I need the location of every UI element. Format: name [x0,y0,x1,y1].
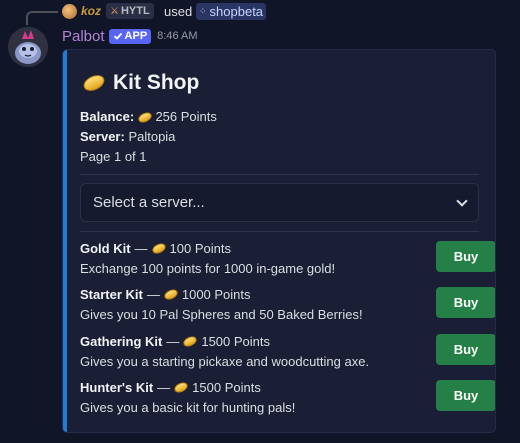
server-select-placeholder: Select a server... [93,194,205,211]
balance-line: Balance: 256 Points [80,109,217,125]
message-timestamp[interactable]: 8:46 AM [157,30,197,42]
coin-icon [81,72,107,94]
divider [80,174,479,175]
kit-description: Gives you a starting pickaxe and woodcut… [80,354,370,369]
kit-price: 100 Points [169,241,231,256]
shop-embed: Kit Shop Balance: 256 Points Server: Pal… [62,49,496,433]
kit-heading: Gold Kit — 100 Points [80,241,231,256]
slash-command-mention[interactable]: ⁘ shopbeta [196,3,267,20]
kit-name: Starter Kit [80,287,143,302]
embed-title-text: Kit Shop [113,71,200,94]
reply-user-avatar[interactable] [62,4,77,19]
em-dash: — [157,380,171,395]
em-dash: — [146,287,160,302]
reply-user-tag: ⚔ HYTL [106,3,154,19]
kit-name: Gold Kit [80,241,131,256]
chevron-down-icon [456,194,468,207]
reply-reference[interactable]: koz ⚔ HYTL used ⁘ shopbeta [0,0,520,25]
kit-name: Gathering Kit [80,334,163,349]
kit-heading: Hunter's Kit — 1500 Points [80,380,261,395]
em-dash: — [134,241,148,256]
kit-price: 1500 Points [192,380,261,395]
kit-item-gathering: Gathering Kit — 1500 Points Gives you a … [80,334,495,372]
app-badge-text: APP [124,30,148,42]
embed-title: Kit Shop [81,71,200,95]
coin-icon [162,287,180,302]
em-dash: — [166,334,180,349]
kit-price: 1500 Points [201,334,271,349]
server-value: Paltopia [128,129,176,144]
pal-avatar-icon [8,27,48,67]
bot-avatar[interactable] [8,27,48,67]
kit-description: Gives you a basic kit for hunting pals! [80,400,296,415]
server-line: Server: Paltopia [80,129,175,144]
coin-icon [182,334,199,349]
kit-item-gold: Gold Kit — 100 Points Exchange 100 point… [80,241,495,279]
kit-description: Exchange 100 points for 1000 in-game gol… [80,261,336,276]
buy-gold-kit-button[interactable]: Buy [436,241,495,272]
reply-tag-text: HYTL [120,5,150,17]
balance-value: 256 Points [155,109,217,124]
buy-hunters-kit-button[interactable]: Buy [436,380,495,411]
kit-item-starter: Starter Kit — 1000 Points Gives you 10 P… [80,287,495,325]
kit-name: Hunter's Kit [80,380,154,395]
coin-icon [136,110,154,125]
check-icon [113,32,122,40]
page-indicator: Page 1 of 1 [80,149,147,164]
server-label: Server: [80,129,125,144]
balance-label: Balance: [80,109,135,124]
sword-icon: ⚔ [110,5,119,17]
reply-username[interactable]: koz [81,4,101,18]
kit-price: 1000 Points [181,287,251,302]
kit-item-hunter: Hunter's Kit — 1500 Points Gives you a b… [80,380,495,418]
coin-icon [172,380,190,395]
buy-starter-kit-button[interactable]: Buy [436,287,495,318]
embed-accent-bar [63,50,67,432]
kit-heading: Starter Kit — 1000 Points [80,287,251,302]
coin-icon [150,241,167,256]
kit-description: Gives you 10 Pal Spheres and 50 Baked Be… [80,307,363,322]
reply-spine [26,11,58,25]
divider [80,231,479,232]
reply-used-text: used [164,4,193,19]
server-select[interactable]: Select a server... [80,183,479,222]
message-header: Palbot APP 8:46 AM [62,27,198,45]
buy-gathering-kit-button[interactable]: Buy [436,334,495,365]
author-name[interactable]: Palbot [62,28,105,45]
slash-command-icon: ⁘ [199,6,207,16]
app-badge: APP [108,28,152,44]
command-name: shopbeta [209,4,264,19]
kit-heading: Gathering Kit — 1500 Points [80,334,270,349]
